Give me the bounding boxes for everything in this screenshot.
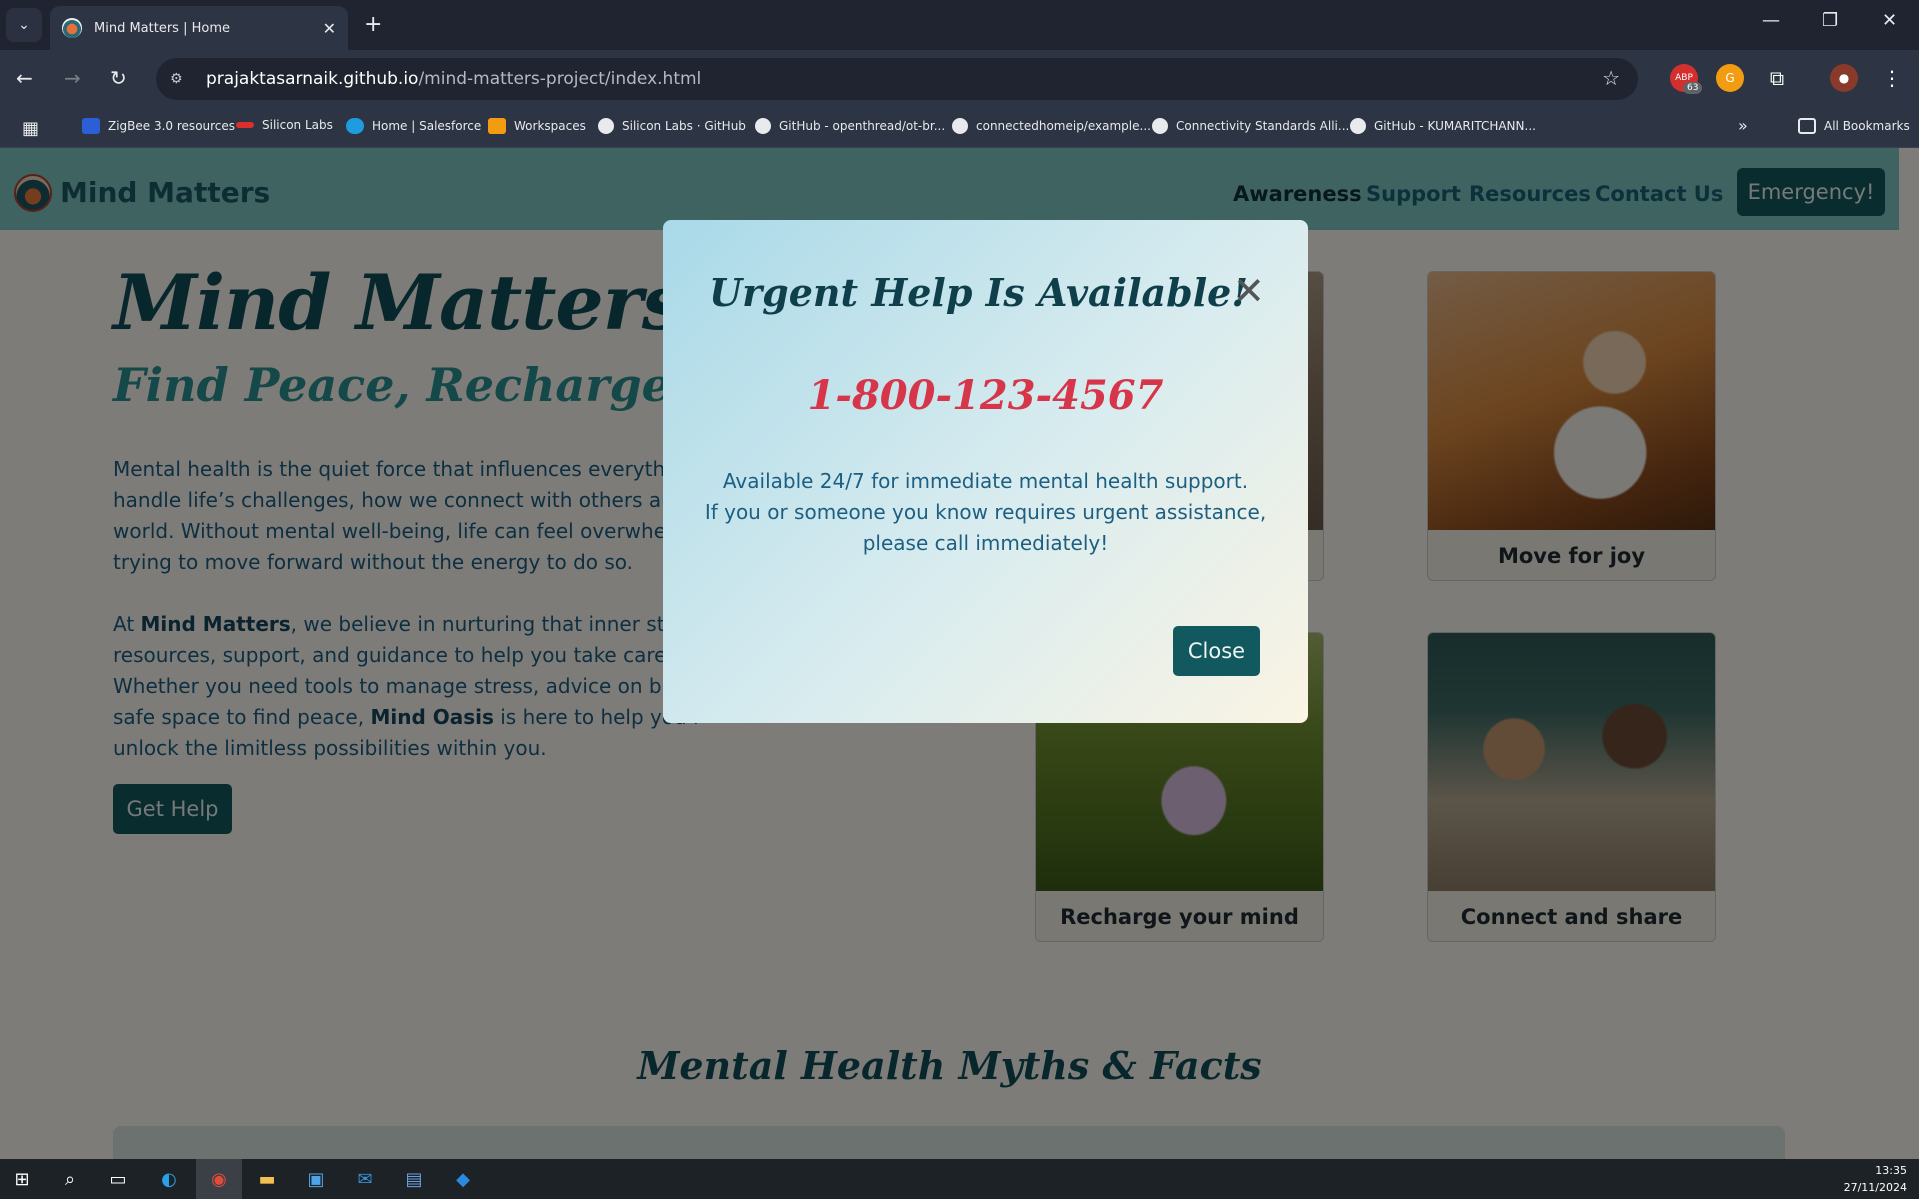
bookmark-item[interactable]: Silicon Labs · GitHub (598, 118, 746, 134)
close-tab-icon[interactable]: ✕ (323, 19, 336, 38)
close-window-icon[interactable]: ✕ (1882, 10, 1897, 31)
minimize-icon[interactable]: — (1762, 10, 1780, 31)
mail-icon[interactable]: ✉ (353, 1167, 377, 1191)
silicon-labs-icon (236, 122, 254, 128)
bookmark-label: Workspaces (514, 119, 586, 133)
workspaces-icon (488, 118, 506, 134)
bookmark-label: Silicon Labs (262, 118, 333, 132)
windows-start-icon[interactable]: ⊞ (10, 1167, 34, 1191)
windows-taskbar: ⊞ ⌕ ▭ ◐ ◉ ▬ ▣ ✉ ▤ ◆ 13:35 27/11/2024 (0, 1159, 1919, 1199)
browser-toolbar: ← → ↻ ⚙ prajaktasarnaik.github.io/mind-m… (0, 50, 1919, 108)
url-path: /mind-matters-project/index.html (418, 69, 702, 89)
salesforce-icon (346, 118, 364, 134)
text-line: If you or someone you know requires urge… (704, 500, 1267, 524)
close-icon[interactable]: ✕ (1233, 272, 1265, 310)
bookmarks-bar: ▦ ZigBee 3.0 resources Silicon Labs Home… (0, 108, 1919, 148)
apps-grid-icon[interactable]: ▦ (22, 118, 39, 139)
bookmark-item[interactable]: Workspaces (488, 118, 586, 134)
modal-body: Available 24/7 for immediate mental heal… (683, 466, 1288, 559)
bookmark-star-icon[interactable]: ☆ (1602, 66, 1620, 90)
back-icon[interactable]: ← (16, 66, 33, 90)
file-explorer-icon[interactable]: ▬ (255, 1167, 279, 1191)
bookmark-item[interactable]: GitHub - KUMARITCHANN... (1350, 118, 1536, 134)
browser-tab-bar: ⌄ Mind Matters | Home ✕ + — ❐ ✕ (0, 0, 1919, 50)
browser-tab[interactable]: Mind Matters | Home ✕ (50, 6, 348, 50)
modal-title: Urgent Help Is Available! (709, 270, 1249, 315)
profile-avatar[interactable]: ● (1830, 64, 1858, 92)
bookmark-label: Home | Salesforce (372, 119, 482, 133)
bookmark-label: GitHub - openthread/ot-br... (779, 119, 946, 133)
system-clock[interactable]: 13:35 27/11/2024 (1844, 1162, 1907, 1196)
outlook-icon[interactable]: ▤ (402, 1167, 426, 1191)
grammar-extension-icon[interactable]: G (1716, 64, 1744, 92)
site-favicon-icon (62, 18, 82, 38)
bookmark-item[interactable]: Home | Salesforce (346, 118, 481, 134)
github-icon (1350, 118, 1366, 134)
github-icon (952, 118, 968, 134)
reload-icon[interactable]: ↻ (110, 66, 127, 90)
tab-search-chevron-icon[interactable]: ⌄ (6, 8, 42, 42)
new-tab-icon[interactable]: + (364, 12, 382, 37)
hotline-number[interactable]: 1-800-123-4567 (663, 372, 1308, 419)
site-info-icon[interactable]: ⚙ (170, 71, 192, 87)
chrome-icon[interactable]: ◉ (207, 1167, 231, 1191)
url-host: prajaktasarnaik.github.io (206, 69, 419, 89)
menu-dots-icon[interactable]: ⋮ (1878, 64, 1906, 92)
bookmark-label: GitHub - KUMARITCHANN... (1374, 119, 1536, 133)
edge-icon[interactable]: ◐ (157, 1167, 181, 1191)
github-icon (755, 118, 771, 134)
task-view-icon[interactable]: ▭ (106, 1167, 130, 1191)
address-bar[interactable]: ⚙ prajaktasarnaik.github.io/mind-matters… (156, 58, 1638, 100)
vscode-icon[interactable]: ◆ (451, 1167, 475, 1191)
bookmark-label: ZigBee 3.0 resources (108, 119, 236, 133)
close-button[interactable]: Close (1173, 626, 1260, 676)
bookmark-label: connectedhomeip/example... (976, 119, 1151, 133)
extensions-puzzle-icon[interactable]: ⧉ (1763, 64, 1791, 92)
text-line: Available 24/7 for immediate mental heal… (722, 469, 1249, 493)
github-icon (598, 118, 614, 134)
restore-icon[interactable]: ❐ (1822, 10, 1838, 31)
extension-badge: 63 (1683, 82, 1703, 94)
bookmark-label: Silicon Labs · GitHub (622, 119, 746, 133)
forward-icon[interactable]: → (64, 66, 81, 90)
bookmark-item[interactable]: connectedhomeip/example... (952, 118, 1151, 134)
emergency-modal: Urgent Help Is Available! ✕ 1-800-123-45… (663, 220, 1308, 723)
tab-title: Mind Matters | Home (94, 20, 230, 36)
clock-date: 27/11/2024 (1843, 1181, 1907, 1194)
globe-icon (1152, 118, 1168, 134)
search-icon[interactable]: ⌕ (58, 1167, 82, 1191)
bookmark-item[interactable]: Connectivity Standards Alli... (1152, 118, 1349, 134)
bookmark-item[interactable]: ZigBee 3.0 resources (82, 118, 235, 134)
bookmark-item[interactable]: GitHub - openthread/ot-br... (755, 118, 945, 134)
clock-time: 13:35 (1875, 1164, 1907, 1177)
text-line: please call immediately! (862, 531, 1109, 555)
store-icon[interactable]: ▣ (304, 1167, 328, 1191)
bookmark-item[interactable]: Silicon Labs (236, 118, 333, 132)
zigbee-icon (82, 118, 100, 134)
all-bookmarks-folder[interactable]: All Bookmarks (1798, 118, 1910, 134)
more-bookmarks-chevron-icon[interactable]: » (1738, 116, 1748, 135)
folder-icon (1798, 118, 1816, 134)
bookmark-label: Connectivity Standards Alli... (1176, 119, 1350, 133)
bookmark-label: All Bookmarks (1824, 119, 1910, 133)
